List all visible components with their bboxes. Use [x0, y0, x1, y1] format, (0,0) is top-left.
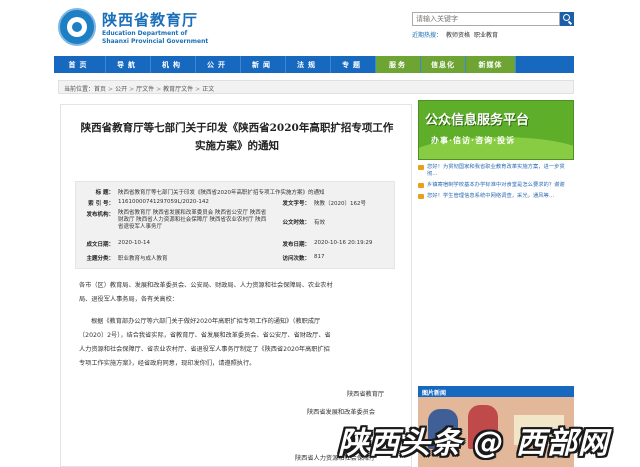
- meta-value: 陕教〔2020〕162号: [314, 201, 366, 207]
- meta-label: 发文字号：: [282, 201, 310, 207]
- qa-text: 您好！学生管理信息系统中网络调查，采光，通风等…: [427, 193, 555, 199]
- list-item[interactable]: 您好！为贯彻国家和我省职业教育改革实施方案，进一步贯彻…: [418, 164, 574, 178]
- meta-value: 陕西省教育厅等七部门关于印发《陕西省2020年高职扩招专项工作实施方案》的通知: [118, 190, 325, 196]
- meta-value: 2020-10-16 20:19:29: [314, 240, 373, 246]
- watermark: 陕西头条 @ 西部网: [338, 426, 609, 461]
- nav-home[interactable]: 首页: [54, 56, 106, 73]
- search-input[interactable]: [412, 12, 560, 26]
- hot-search-label: 近期热搜：: [412, 32, 443, 39]
- breadcrumb: 当前位置：首页 > 公开 > 厅文件 > 教育厅文件 > 正文: [58, 80, 574, 94]
- nav-regulations[interactable]: 法规: [286, 56, 331, 73]
- document-meta-table: 标 题： 陕西省教育厅等七部门关于印发《陕西省2020年高职扩招专项工作实施方案…: [75, 181, 395, 269]
- nav-news[interactable]: 新闻: [241, 56, 286, 73]
- meta-value: 2020-10-14: [118, 240, 150, 246]
- picture-news-header[interactable]: 图片新闻: [418, 386, 574, 397]
- public-service-banner[interactable]: 公众信息服务平台 办事·信访·咨询·投诉: [418, 100, 574, 160]
- meta-value: 817: [314, 254, 325, 260]
- nav-new-media[interactable]: 新媒体: [466, 56, 516, 73]
- nav-guide[interactable]: 导航: [106, 56, 151, 73]
- meta-label: 索 引 号：: [88, 201, 114, 207]
- paragraph-line: 局、退役军人事务局，各有关高校：: [79, 296, 178, 303]
- breadcrumb-item-dept-files[interactable]: 厅文件: [136, 86, 154, 93]
- qa-text: 乡镇寄宿制学校基本办学标准中对食堂是怎么要求的？谢谢: [427, 182, 565, 188]
- article-panel: 陕西省教育厅等七部门关于印发《陕西省2020年高职扩招专项工作 实施方案》的通知…: [60, 104, 412, 467]
- hot-word-link[interactable]: 教师资格: [446, 32, 470, 39]
- breadcrumb-item-public[interactable]: 公开: [115, 86, 127, 93]
- breadcrumb-item-edu-files[interactable]: 教育厅文件: [163, 86, 193, 93]
- list-item[interactable]: 乡镇寄宿制学校基本办学标准中对食堂是怎么要求的？谢谢: [418, 182, 574, 189]
- breadcrumb-item-current: 正文: [202, 86, 215, 93]
- meta-value: 有效: [314, 220, 326, 226]
- paragraph-line: 〔2020〕2号），结合我省实际，省教育厅、省发展和改革委员会、省公安厅、省财政…: [79, 332, 331, 339]
- paragraph-line: 人力资源和社会保障厅、省农业农村厅、省退役军人事务厅制定了《陕西省2020年高职…: [79, 346, 330, 353]
- site-logo-english-line2: Shaanxi Provincial Government: [102, 38, 209, 45]
- article-title-line2: 实施方案》的通知: [195, 140, 279, 152]
- article-title: 陕西省教育厅等七部门关于印发《陕西省2020年高职扩招专项工作 实施方案》的通知: [61, 119, 413, 155]
- education-emblem-icon[interactable]: [58, 8, 96, 46]
- main-nav: 首页 导航 机构 公开 新闻 法规 专题 服务 信息化 新媒体: [54, 56, 574, 73]
- breadcrumb-item-home[interactable]: 首页: [94, 86, 106, 93]
- meta-value: 11610000741297059L/2020-142: [118, 199, 209, 205]
- nav-informatization[interactable]: 信息化: [421, 56, 466, 73]
- banner-title: 公众信息服务平台: [425, 113, 530, 128]
- question-icon: [418, 165, 424, 170]
- paragraph-line: 专项工作实施方案》，经省政府同意，现印发你们，请遵照执行。: [79, 360, 256, 367]
- hot-search-words: 近期热搜： 教师资格 职业教育: [412, 30, 502, 39]
- site-logo-english-line1: Education Department of: [102, 30, 188, 37]
- question-icon: [418, 194, 424, 199]
- search-icon: [563, 14, 570, 21]
- meta-label: 公文时效：: [282, 220, 310, 226]
- article-paragraph-addressees: 各市（区）教育局、发展和改革委员会、公安局、财政局、人力资源和社会保障局、农业农…: [79, 279, 399, 307]
- nav-organization[interactable]: 机构: [151, 56, 196, 73]
- meta-value: 陕西省教育厅 陕西省发展和改革委员会 陕西省公安厅 陕西省财政厅 陕西省人力资源…: [118, 210, 267, 230]
- qa-text: 您好！为贯彻国家和我省职业教育改革实施方案，进一步贯彻…: [427, 164, 565, 177]
- signature-edu-dept: 陕西省教育厅: [347, 391, 385, 398]
- signature-ndrc: 陕西省发展和改革委员会: [307, 409, 376, 416]
- nav-topics[interactable]: 专题: [331, 56, 376, 73]
- breadcrumb-prefix: 当前位置：: [64, 86, 95, 93]
- meta-label: 发布机构：: [86, 212, 114, 218]
- search-button[interactable]: [560, 12, 574, 26]
- meta-label: 访问次数：: [282, 256, 310, 262]
- nav-service[interactable]: 服务: [376, 56, 421, 73]
- hot-word-link[interactable]: 职业教育: [474, 32, 498, 39]
- qa-list: 您好！为贯彻国家和我省职业教育改革实施方案，进一步贯彻… 乡镇寄宿制学校基本办学…: [418, 164, 574, 204]
- meta-label: 标 题：: [95, 190, 114, 196]
- site-logo-title[interactable]: 陕西省教育厅: [102, 9, 198, 30]
- list-item[interactable]: 您好！学生管理信息系统中网络调查，采光，通风等…: [418, 193, 574, 200]
- meta-label: 发布日期：: [282, 242, 310, 248]
- paragraph-line: 各市（区）教育局、发展和改革委员会、公安局、财政局、人力资源和社会保障局、农业农…: [79, 282, 333, 289]
- nav-public[interactable]: 公开: [196, 56, 241, 73]
- site-header: 陕西省教育厅 Education Department of Shaanxi P…: [0, 0, 640, 56]
- banner-subtitle: 办事·信访·咨询·投诉: [431, 136, 516, 145]
- meta-label: 成文日期：: [86, 242, 114, 248]
- meta-value: 职业教育与成人教育: [118, 256, 168, 262]
- question-icon: [418, 183, 424, 188]
- article-title-line1: 陕西省教育厅等七部门关于印发《陕西省2020年高职扩招专项工作: [80, 122, 394, 134]
- paragraph-line: 根据《教育部办公厅等六部门关于做好2020年高职扩招专项工作的通知》（教职成厅: [91, 318, 321, 325]
- meta-label: 主题分类：: [86, 256, 114, 262]
- article-paragraph-body: 根据《教育部办公厅等六部门关于做好2020年高职扩招专项工作的通知》（教职成厅 …: [79, 315, 399, 371]
